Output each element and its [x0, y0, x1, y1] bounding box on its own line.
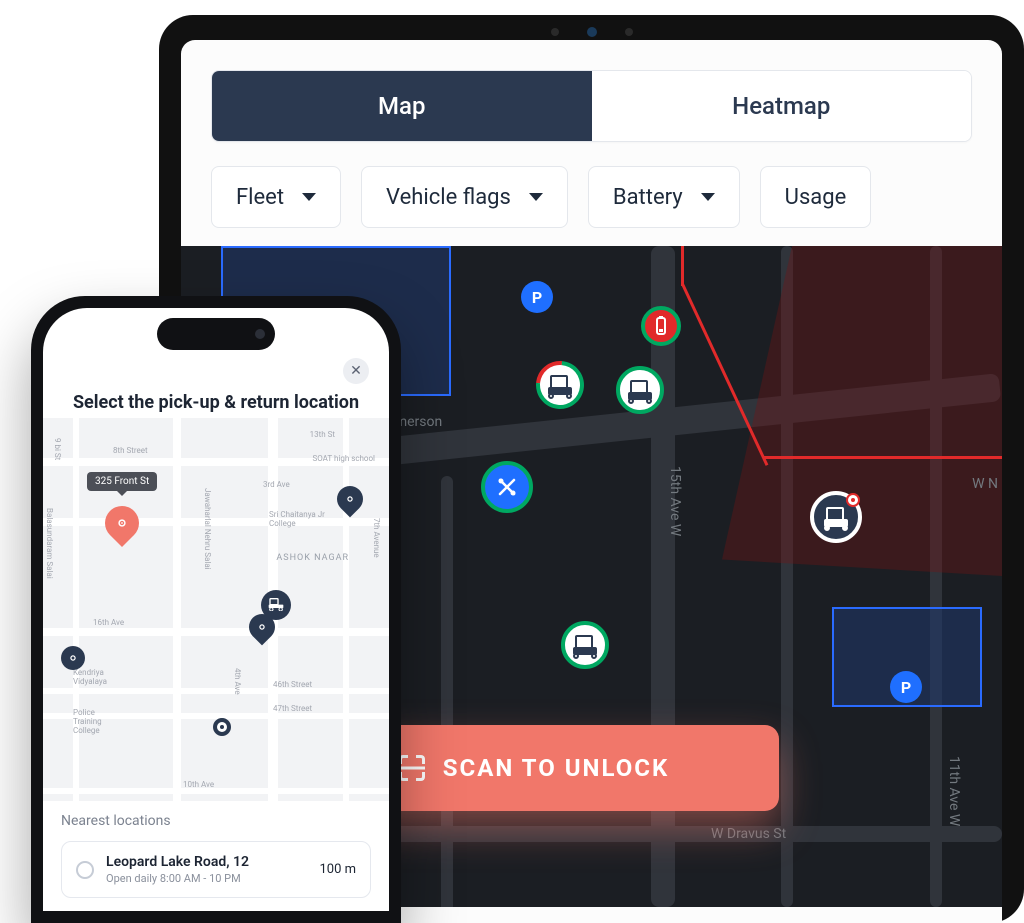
street-label: 13th St [310, 430, 335, 439]
street-label: 9 bi St [53, 438, 62, 460]
location-pin[interactable] [332, 481, 369, 518]
street-label: 47th Street [273, 704, 312, 713]
filter-usage-label: Usage [785, 185, 847, 210]
parking-zone-pin[interactable]: P [521, 281, 553, 313]
location-card[interactable]: Leopard Lake Road, 12 Open daily 8:00 AM… [61, 841, 371, 898]
tools-icon [495, 475, 519, 499]
chevron-down-icon [302, 193, 316, 201]
street-label: Police Training College [73, 708, 123, 735]
street-label: Balasundaram Salai [45, 508, 54, 579]
street-label: Sri Chaitanya Jr College [269, 510, 329, 528]
street-label: 46th Street [273, 680, 312, 689]
filter-fleet-label: Fleet [236, 185, 284, 210]
street-label: 7th Avenue [372, 518, 381, 558]
phone-notch [157, 318, 275, 350]
tab-heatmap[interactable]: Heatmap [592, 71, 972, 141]
close-button[interactable]: ✕ [343, 358, 369, 384]
street-label: SOAT high school [312, 454, 375, 463]
filter-vehicle-flags-label: Vehicle flags [386, 185, 511, 210]
street-label: Jawaharlal Nehru Salai [203, 488, 212, 570]
vehicle-flagged-pin[interactable] [810, 491, 862, 543]
parking-zone-pin[interactable]: P [890, 671, 922, 703]
selected-location-pin[interactable] [98, 499, 146, 547]
location-icon [115, 516, 129, 530]
chevron-down-icon [529, 193, 543, 201]
pickup-map[interactable]: 8th Street 13th St 3rd Ave SOAT high sch… [43, 418, 389, 818]
filter-battery[interactable]: Battery [588, 166, 740, 228]
page-title: Select the pick-up & return location [43, 392, 389, 413]
vehicle-pin[interactable] [616, 366, 664, 414]
street-label: 16th Ave [93, 618, 124, 627]
filter-usage[interactable]: Usage [760, 166, 872, 228]
nearest-locations-panel: Nearest locations Leopard Lake Road, 12 … [43, 801, 389, 911]
location-distance: 100 m [319, 862, 356, 877]
filter-battery-label: Battery [613, 185, 683, 210]
location-pin[interactable] [61, 646, 85, 670]
location-icon [257, 622, 267, 632]
vehicle-pin[interactable] [261, 590, 291, 620]
phone-screen: ✕ Select the pick-up & return location 8… [43, 308, 389, 911]
golf-cart-icon [548, 375, 572, 395]
tab-map[interactable]: Map [212, 71, 592, 141]
current-location-marker [213, 718, 231, 736]
close-icon: ✕ [350, 363, 362, 379]
location-tooltip: 325 Front St [87, 472, 157, 491]
location-icon [68, 653, 78, 663]
golf-cart-icon [573, 635, 597, 655]
location-icon [345, 494, 355, 504]
golf-cart-icon [824, 507, 848, 527]
phone-device-frame: ✕ Select the pick-up & return location 8… [31, 296, 401, 923]
area-label: ASHOK NAGAR [276, 553, 349, 563]
street-label: W Dravus St [711, 826, 786, 842]
vehicle-pin[interactable] [526, 351, 594, 419]
filter-vehicle-flags[interactable]: Vehicle flags [361, 166, 568, 228]
scan-icon [399, 755, 425, 781]
filter-fleet[interactable]: Fleet [211, 166, 341, 228]
street-label: 4th Ave [233, 668, 242, 695]
view-toggle-row: Map Heatmap [181, 40, 1002, 150]
street-label: 8th Street [113, 446, 148, 455]
alert-badge-icon [846, 493, 860, 507]
golf-cart-icon [268, 597, 284, 614]
street-label: 3rd Ave [263, 480, 290, 489]
street-label: W N [972, 476, 998, 492]
location-name: Leopard Lake Road, 12 [106, 854, 249, 870]
filter-row: Fleet Vehicle flags Battery Usage [181, 150, 1002, 246]
tablet-camera [537, 27, 647, 37]
radio-unselected-icon [76, 861, 94, 879]
battery-icon [654, 316, 668, 336]
golf-cart-icon [628, 380, 652, 400]
nearest-locations-heading: Nearest locations [61, 813, 371, 829]
view-toggle: Map Heatmap [211, 70, 972, 142]
vehicle-low-battery-pin[interactable] [641, 306, 681, 346]
scan-button-label: SCAN TO UNLOCK [443, 754, 669, 782]
chevron-down-icon [701, 193, 715, 201]
vehicle-maintenance-pin[interactable] [481, 461, 533, 513]
street-label: Kendriya Vidyalaya [73, 668, 123, 686]
location-hours: Open daily 8:00 AM - 10 PM [106, 872, 249, 885]
street-label: 10th Ave [183, 780, 214, 789]
street-label: 15th Ave W [667, 466, 683, 536]
street-label: 11th Ave W [946, 756, 962, 826]
vehicle-pin[interactable] [561, 621, 609, 669]
